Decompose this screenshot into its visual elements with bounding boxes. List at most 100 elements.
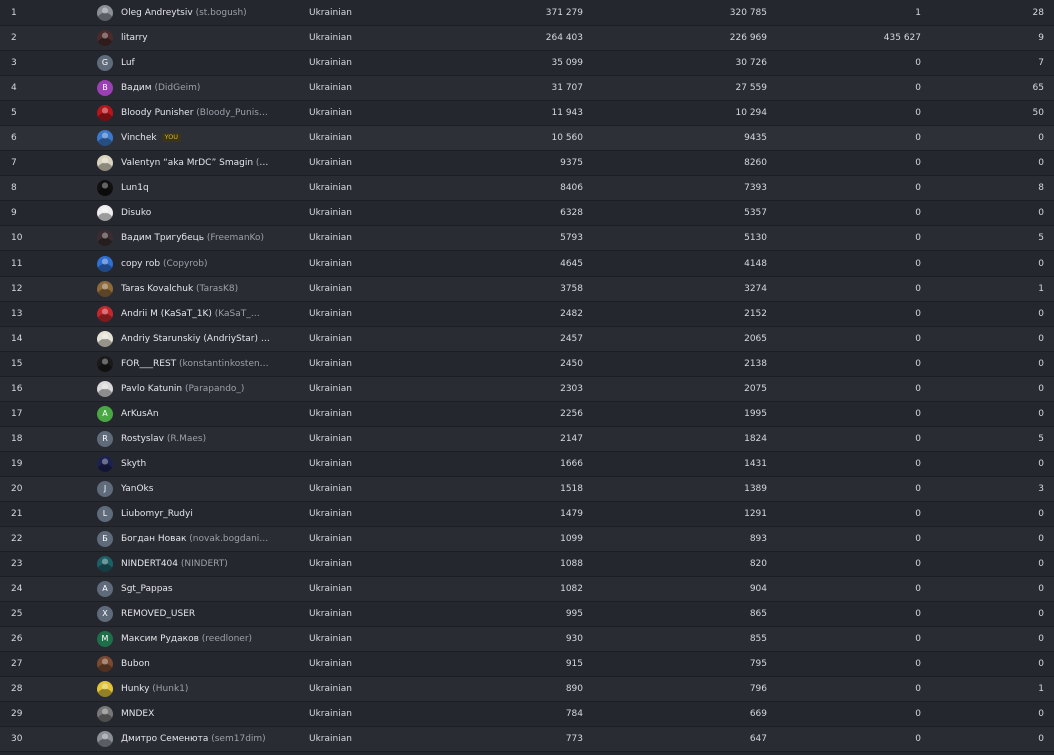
user-cell[interactable]: Liubomyr_Rudyi (121, 502, 193, 527)
user-name[interactable]: Pavlo Katunin (121, 384, 182, 394)
user-name[interactable]: Disuko (121, 208, 151, 218)
table-row[interactable]: 17 A ArKusAn Ukrainian 2256 1995 0 0 (0, 402, 1054, 427)
user-cell[interactable]: Pavlo Katunin (Parapando_) (121, 377, 244, 402)
table-row[interactable]: 3 G Luf Ukrainian 35 099 30 726 0 7 (0, 51, 1054, 76)
user-cell[interactable]: litarry (121, 26, 148, 51)
user-cell[interactable]: Andrii M (KaSaT_1K) (KaSaT_… (121, 302, 260, 327)
user-cell[interactable]: Skyth (121, 452, 146, 477)
table-row[interactable]: 11 copy rob (Copyrob) Ukrainian 4645 4148 0 0 (0, 252, 1054, 277)
user-name[interactable]: Oleg Andreytsiv (121, 8, 193, 18)
user-name[interactable]: Liubomyr_Rudyi (121, 509, 193, 519)
avatar[interactable] (97, 155, 113, 171)
user-name[interactable]: Bubon (121, 659, 150, 669)
table-row[interactable]: 9 Disuko Ukrainian 6328 5357 0 0 (0, 201, 1054, 226)
table-row[interactable]: 18 R Rostyslav (R.Maes) Ukrainian 2147 1824 0 5 (0, 427, 1054, 452)
table-row[interactable]: 15 FOR___REST (konstantinkosten… Ukrainian… (0, 352, 1054, 377)
avatar[interactable] (97, 205, 113, 221)
user-name[interactable]: MNDEX (121, 709, 154, 719)
user-name[interactable]: Vinchek (121, 133, 157, 143)
user-name[interactable]: Valentyn “aka MrDC” Smagin (121, 158, 253, 168)
user-name[interactable]: Дмитро Семенюта (121, 734, 208, 744)
user-name[interactable]: Skyth (121, 459, 146, 469)
table-row[interactable]: 10 Вадим Тригубець (FreemanKo) Ukrainian 57… (0, 226, 1054, 251)
user-name[interactable]: Andriy Starunskiy (AndriyStar) (121, 334, 258, 344)
avatar[interactable]: A (97, 406, 113, 422)
user-cell[interactable]: YanOks (121, 477, 153, 502)
user-cell[interactable]: Bloody Punisher (Bloody_Punis… (121, 101, 268, 126)
table-row[interactable]: 19 Skyth Ukrainian 1666 1431 0 0 (0, 452, 1054, 477)
user-cell[interactable]: Богдан Новак (novak.bogdani… (121, 527, 268, 552)
avatar[interactable]: В (97, 80, 113, 96)
user-name[interactable]: copy rob (121, 259, 160, 269)
user-name[interactable]: Вадим (121, 83, 152, 93)
user-cell[interactable]: Vinchek YOU (121, 126, 182, 151)
table-row[interactable]: 28 Hunky (Hunk1) Ukrainian 890 796 0 1 (0, 677, 1054, 702)
avatar[interactable]: M (97, 631, 113, 647)
user-cell[interactable]: MNDEX (121, 702, 154, 727)
user-cell[interactable]: Andriy Starunskiy (AndriyStar) (A… (121, 327, 271, 352)
avatar[interactable] (97, 256, 113, 272)
user-name[interactable]: Bloody Punisher (121, 108, 193, 118)
user-cell[interactable]: Вадим Тригубець (FreemanKo) (121, 226, 264, 251)
table-row[interactable]: 2 litarry Ukrainian 264 403 226 969 435 627 9 (0, 26, 1054, 51)
user-name[interactable]: Rostyslav (121, 434, 164, 444)
table-row[interactable]: 8 Lun1q Ukrainian 8406 7393 0 8 (0, 176, 1054, 201)
user-cell[interactable]: FOR___REST (konstantinkosten… (121, 352, 269, 377)
table-row[interactable]: 23 NINDERT404 (NINDERT) Ukrainian 1088 820 0 0 (0, 552, 1054, 577)
avatar[interactable] (97, 681, 113, 697)
table-row[interactable]: 12 Taras Kovalchuk (TarasK8) Ukrainian 3758… (0, 277, 1054, 302)
user-name[interactable]: Lun1q (121, 183, 149, 193)
table-row[interactable]: 22 Б Богдан Новак (novak.bogdani… Ukrainian… (0, 527, 1054, 552)
user-cell[interactable]: Дмитро Семенюта (sem17dim) (121, 727, 266, 752)
user-cell[interactable]: copy rob (Copyrob) (121, 252, 208, 277)
table-row[interactable]: 13 Andrii M (KaSaT_1K) (KaSaT_… Ukrainian 2… (0, 302, 1054, 327)
user-cell[interactable]: Lun1q (121, 176, 149, 201)
user-name[interactable]: NINDERT404 (121, 559, 178, 569)
avatar[interactable]: J (97, 481, 113, 497)
user-name[interactable]: Taras Kovalchuk (121, 284, 193, 294)
avatar[interactable] (97, 731, 113, 747)
user-name[interactable]: Вадим Тригубець (121, 233, 204, 243)
user-cell[interactable]: REMOVED_USER (121, 602, 195, 627)
avatar[interactable] (97, 356, 113, 372)
table-row[interactable]: 25 X REMOVED_USER Ukrainian 995 865 0 0 (0, 602, 1054, 627)
user-cell[interactable]: Oleg Andreytsiv (st.bogush) (121, 1, 247, 26)
avatar[interactable]: X (97, 606, 113, 622)
table-row[interactable]: 27 Bubon Ukrainian 915 795 0 0 (0, 652, 1054, 677)
avatar[interactable] (97, 5, 113, 21)
user-name[interactable]: Luf (121, 58, 135, 68)
avatar[interactable] (97, 656, 113, 672)
avatar[interactable]: A (97, 581, 113, 597)
avatar[interactable]: Б (97, 531, 113, 547)
table-row[interactable]: 26 M Максим Рудаков (reedloner) Ukrainian 93… (0, 627, 1054, 652)
avatar[interactable] (97, 306, 113, 322)
user-cell[interactable]: Valentyn “aka MrDC” Smagin (a… (121, 151, 271, 176)
avatar[interactable]: G (97, 55, 113, 71)
user-cell[interactable]: Taras Kovalchuk (TarasK8) (121, 277, 238, 302)
avatar[interactable] (97, 456, 113, 472)
user-name[interactable]: Богдан Новак (121, 534, 186, 544)
user-cell[interactable]: NINDERT404 (NINDERT) (121, 552, 228, 577)
avatar[interactable] (97, 706, 113, 722)
user-cell[interactable]: Sgt_Pappas (121, 577, 173, 602)
user-cell[interactable]: Disuko (121, 201, 151, 226)
avatar[interactable] (97, 30, 113, 46)
table-row[interactable]: 20 J YanOks Ukrainian 1518 1389 0 3 (0, 477, 1054, 502)
user-name[interactable]: Sgt_Pappas (121, 584, 173, 594)
table-row[interactable]: 30 Дмитро Семенюта (sem17dim) Ukrainian 773… (0, 727, 1054, 752)
table-row[interactable]: 1 Oleg Andreytsiv (st.bogush) Ukrainian 371… (0, 1, 1054, 26)
table-row[interactable]: 16 Pavlo Katunin (Parapando_) Ukrainian 230… (0, 377, 1054, 402)
user-name[interactable]: litarry (121, 33, 148, 43)
avatar[interactable] (97, 180, 113, 196)
table-row[interactable]: 6 Vinchek YOU Ukrainian 10 560 9435 0 0 (0, 126, 1054, 151)
user-name[interactable]: ArKusAn (121, 409, 159, 419)
user-cell[interactable]: Вадим (DidGeim) (121, 76, 200, 101)
table-row[interactable]: 7 Valentyn “aka MrDC” Smagin (a… Ukrainian… (0, 151, 1054, 176)
table-row[interactable]: 14 Andriy Starunskiy (AndriyStar) (A… Ukra… (0, 327, 1054, 352)
user-name[interactable]: Andrii M (KaSaT_1K) (121, 309, 212, 319)
avatar[interactable] (97, 281, 113, 297)
user-name[interactable]: YanOks (121, 484, 153, 494)
avatar[interactable]: L (97, 506, 113, 522)
user-cell[interactable]: Luf (121, 51, 135, 76)
user-cell[interactable]: ArKusAn (121, 402, 159, 427)
